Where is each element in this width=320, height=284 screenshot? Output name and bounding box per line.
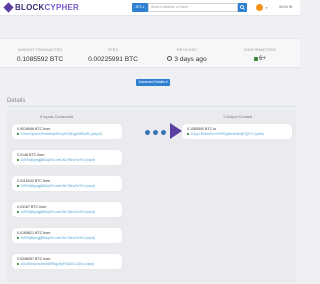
flow-dot-icon: [153, 130, 158, 135]
amount-transacted-label: AMOUNT TRANSACTED: [17, 48, 63, 52]
input-amount: 0.0018946 BTC from: [17, 127, 51, 131]
logo-word-cypher: CYPHER: [44, 3, 79, 12]
clock-icon: [167, 56, 173, 61]
input-amount: 0.0246097 BTC from: [17, 257, 51, 261]
flow-dot-icon: [145, 130, 150, 135]
fees-stat: FEES 0.00225991 BTC: [76, 39, 150, 69]
sign-in-link[interactable]: SIGN IN: [279, 5, 292, 9]
input-card: 0.0018946 BTC from 1GbwK3jcwuC9hmsfMaMHN…: [12, 124, 122, 139]
received-value-wrap: 3 days ago: [150, 56, 224, 63]
flow-dot-icon: [161, 130, 166, 135]
fees-value: 0.00225991 BTC: [88, 56, 138, 63]
search-button[interactable]: [238, 3, 247, 12]
divider: [7, 106, 296, 107]
confirmations-value: 6+: [259, 56, 266, 62]
input-amount: 0.0116243 BTC from: [17, 179, 51, 183]
outputs-heading: 1 Output Created: [223, 115, 253, 119]
top-nav: BLOCKCYPHER BTC ▾ Search Address or Hash…: [0, 0, 300, 16]
received-stat: RECEIVED 3 days ago: [150, 39, 224, 69]
input-card: 0.03167 BTC from 1ME9vjBqmgjj8MAqXKLxmrU…: [12, 202, 122, 217]
brand-logo-text[interactable]: BLOCKCYPHER: [15, 3, 79, 12]
details-heading: Details: [7, 98, 26, 104]
amount-transacted-stat: AMOUNT TRANSACTED 0.1085592 BTC: [4, 39, 76, 69]
bitcoin-currency-icon[interactable]: [256, 4, 263, 11]
search-input[interactable]: Search Address or Hash: [148, 3, 238, 12]
confirmations-stat: CONFIRMATIONS 6+: [224, 39, 296, 69]
input-address-link[interactable]: 1ME9vjBqmgjj8MAqXKLxmrUNLYf6nuFwYR (outp…: [17, 184, 95, 188]
output-amount: 0.1085592 BTC to: [187, 127, 217, 131]
logo-word-block: BLOCK: [15, 3, 45, 12]
input-amount: 0.0146 BTC from: [17, 153, 45, 157]
network-select[interactable]: BTC ▾: [132, 3, 148, 12]
received-label: RECEIVED: [177, 48, 197, 52]
input-address-link[interactable]: 1ME9vjBqmgjj8MAqXKLxmrUNLYf6nuFwYR (outp…: [17, 158, 95, 162]
advanced-details-button[interactable]: Advanced Details ▾: [136, 79, 170, 86]
flow-arrow-icon: [170, 123, 182, 139]
output-address-link[interactable]: 1Gpq1J9NmnVhvYhRRQqBwnHBmjPQj7C2 (spent): [187, 132, 264, 136]
input-address-link[interactable]: 1ME9vjBqmgjj8MAqXKLxmrUNLYf6nuFwYR (outp…: [17, 236, 95, 240]
fees-label: FEES: [107, 48, 119, 52]
received-value: 3 days ago: [174, 56, 207, 63]
input-card: 0.0165621 BTC from 1ME9vjBqmgjj8MAqXKLxm…: [12, 228, 122, 243]
lock-icon: [254, 56, 259, 61]
inputs-heading: 6 Inputs Consumed: [40, 115, 73, 119]
input-address-link[interactable]: 1Mo2Wwyvrwwst3nM9NgpBqPLBAX1CQM (output): [17, 262, 94, 266]
amount-transacted-value: 0.1085592 BTC: [16, 56, 64, 63]
input-amount: 0.0165621 BTC from: [17, 231, 51, 235]
search-icon: [240, 5, 245, 10]
confirmations-value-wrap: 6+: [224, 56, 296, 62]
input-address-link[interactable]: 1ME9vjBqmgjj8MAqXKLxmrUNLYf6nuFwYR (outp…: [17, 210, 95, 214]
input-card: 0.0246097 BTC from 1Mo2Wwyvrwwst3nM9NgpB…: [12, 254, 122, 269]
confirmations-label: CONFIRMATIONS: [243, 48, 277, 52]
input-amount: 0.03167 BTC from: [17, 205, 47, 209]
input-address-link[interactable]: 1GbwK3jcwuC9hmsfMaMHNrpRVj3DqpMBEyRh (ou…: [17, 132, 102, 136]
input-card: 0.0116243 BTC from 1ME9vjBqmgjj8MAqXKLxm…: [12, 176, 122, 191]
chevron-down-icon[interactable]: ▼: [265, 6, 268, 10]
blockcypher-logo-icon[interactable]: [3, 2, 14, 13]
transaction-summary: AMOUNT TRANSACTED 0.1085592 BTC FEES 0.0…: [0, 38, 300, 68]
input-card: 0.0146 BTC from 1ME9vjBqmgjj8MAqXKLxmrUN…: [12, 150, 122, 165]
output-card: 0.1085592 BTC to 1Gpq1J9NmnVhvYhRRQqBwnH…: [182, 124, 292, 139]
